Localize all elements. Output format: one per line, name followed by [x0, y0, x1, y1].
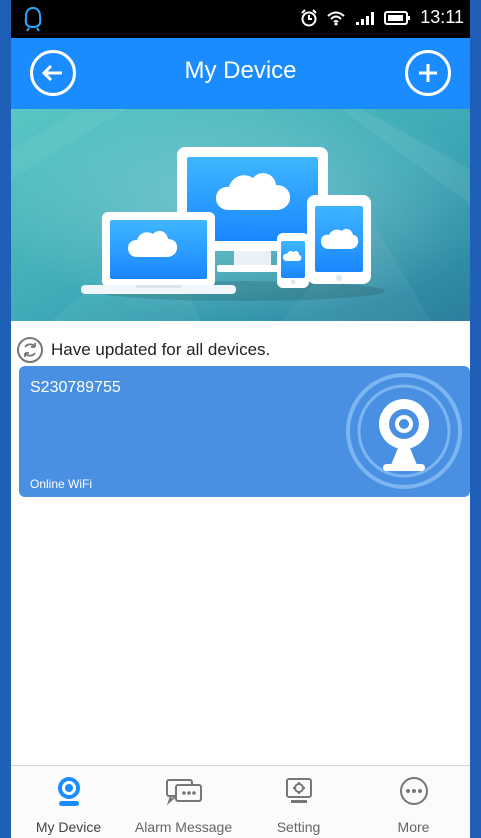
app-header: My Device: [11, 38, 470, 109]
signal-icon: [356, 11, 375, 25]
update-status: Have updated for all devices.: [17, 337, 270, 363]
status-icons: 13:11: [300, 7, 464, 28]
more-icon: [399, 777, 428, 805]
refresh-icon: [17, 337, 43, 363]
tab-label-more: More: [397, 819, 430, 835]
wifi-icon: [327, 11, 345, 25]
camera-icon: [57, 777, 80, 806]
tab-label-setting: Setting: [276, 819, 321, 835]
tab-setting[interactable]: Setting: [241, 766, 356, 838]
device-banner: [11, 109, 470, 321]
tab-my-device[interactable]: My Device: [11, 766, 126, 838]
bottom-tab-bar: My Device Alarm Message Setting More: [11, 765, 470, 838]
battery-icon: [384, 10, 411, 25]
camera-icon: [346, 373, 462, 489]
device-card[interactable]: S230789755 Online WiFi: [19, 366, 470, 497]
devices-illustration: [11, 109, 470, 321]
monitor-gear-icon: [285, 778, 312, 803]
status-time: 13:11: [420, 7, 464, 27]
status-bar: 13:11: [11, 0, 470, 38]
page-title: My Device: [184, 57, 297, 84]
chat-icon: [165, 779, 202, 806]
right-border: [470, 0, 481, 838]
notification-icon: [24, 6, 42, 32]
add-device-button[interactable]: [405, 50, 451, 96]
update-message: Have updated for all devices.: [51, 340, 271, 359]
tab-label-alarm-message: Alarm Message: [134, 819, 233, 835]
left-border: [0, 0, 11, 838]
device-id: S230789755: [30, 379, 121, 396]
device-status: Online WiFi: [30, 477, 93, 491]
app-screen: 13:11 My Device Have updated for all dev…: [11, 0, 470, 838]
tab-alarm-message[interactable]: Alarm Message: [126, 766, 241, 838]
tab-label-my-device: My Device: [35, 819, 102, 835]
alarm-icon: [301, 8, 317, 26]
tab-more[interactable]: More: [356, 766, 470, 838]
app-frame: 13:11 My Device Have updated for all dev…: [0, 0, 481, 838]
plus-icon: [419, 64, 437, 82]
